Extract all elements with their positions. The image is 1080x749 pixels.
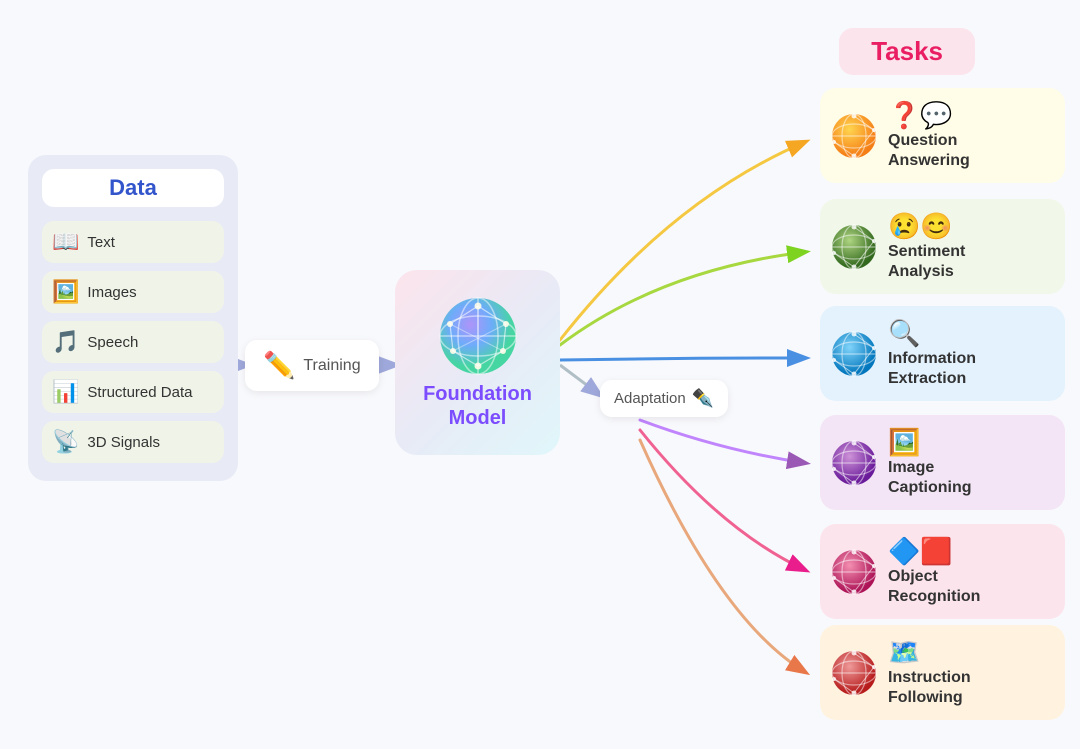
data-item-images: 🖼️ Images xyxy=(42,271,224,313)
data-panel: Data 📖 Text 🖼️ Images 🎵 Speech 📊 Structured Dat… xyxy=(28,155,238,481)
adaptation-label: Adaptation xyxy=(614,390,686,407)
task-card-extraction: 🔍 InformationExtraction xyxy=(820,306,1065,401)
captioning-globe-icon xyxy=(830,439,878,487)
data-item-structured-data: 📊 Structured Data xyxy=(42,371,224,413)
qa-label: QuestionAnswering xyxy=(888,131,970,171)
data-item-3d-signals: 📡 3D Signals xyxy=(42,421,224,463)
object-label: ObjectRecognition xyxy=(888,567,980,607)
adaptation-box: Adaptation ✒️ xyxy=(600,380,728,417)
data-item-icon: 📖 xyxy=(52,229,79,255)
data-title: Data xyxy=(109,175,157,200)
qa-globe-icon xyxy=(830,112,878,160)
extraction-globe-icon xyxy=(830,330,878,378)
object-globe-icon xyxy=(830,548,878,596)
sentiment-label: SentimentAnalysis xyxy=(888,242,965,282)
task-card-qa: ❓💬 QuestionAnswering xyxy=(820,88,1065,183)
foundation-globe-icon xyxy=(438,296,518,376)
training-box: ✏️ Training xyxy=(245,340,379,391)
data-item-icon: 📊 xyxy=(52,379,79,405)
captioning-label: ImageCaptioning xyxy=(888,458,972,498)
training-label: Training xyxy=(303,357,360,375)
data-item-label: Structured Data xyxy=(87,384,192,401)
sentiment-globe-icon xyxy=(830,223,878,271)
data-item-label: Text xyxy=(87,234,115,251)
data-item-icon: 📡 xyxy=(52,429,79,455)
task-card-sentiment: 😢😊 SentimentAnalysis xyxy=(820,199,1065,294)
extraction-label: InformationExtraction xyxy=(888,349,976,389)
data-item-icon: 🎵 xyxy=(52,329,79,355)
tasks-title: Tasks xyxy=(871,36,943,66)
data-item-label: 3D Signals xyxy=(87,434,160,451)
task-card-object: 🔷🟥 ObjectRecognition xyxy=(820,524,1065,619)
foundation-model-box: Foundation Model xyxy=(395,270,560,455)
tasks-header-box: Tasks xyxy=(839,28,975,75)
instruction-label: InstructionFollowing xyxy=(888,668,971,708)
data-item-icon: 🖼️ xyxy=(52,279,79,305)
data-item-label: Speech xyxy=(87,334,138,351)
data-title-box: Data xyxy=(42,169,224,207)
task-card-captioning: 🖼️ ImageCaptioning xyxy=(820,415,1065,510)
instruction-globe-icon xyxy=(830,649,878,697)
task-card-instruction: 🗺️ InstructionFollowing xyxy=(820,625,1065,720)
data-item-speech: 🎵 Speech xyxy=(42,321,224,363)
foundation-title: Foundation Model xyxy=(423,382,532,430)
data-item-text: 📖 Text xyxy=(42,221,224,263)
data-item-label: Images xyxy=(87,284,136,301)
